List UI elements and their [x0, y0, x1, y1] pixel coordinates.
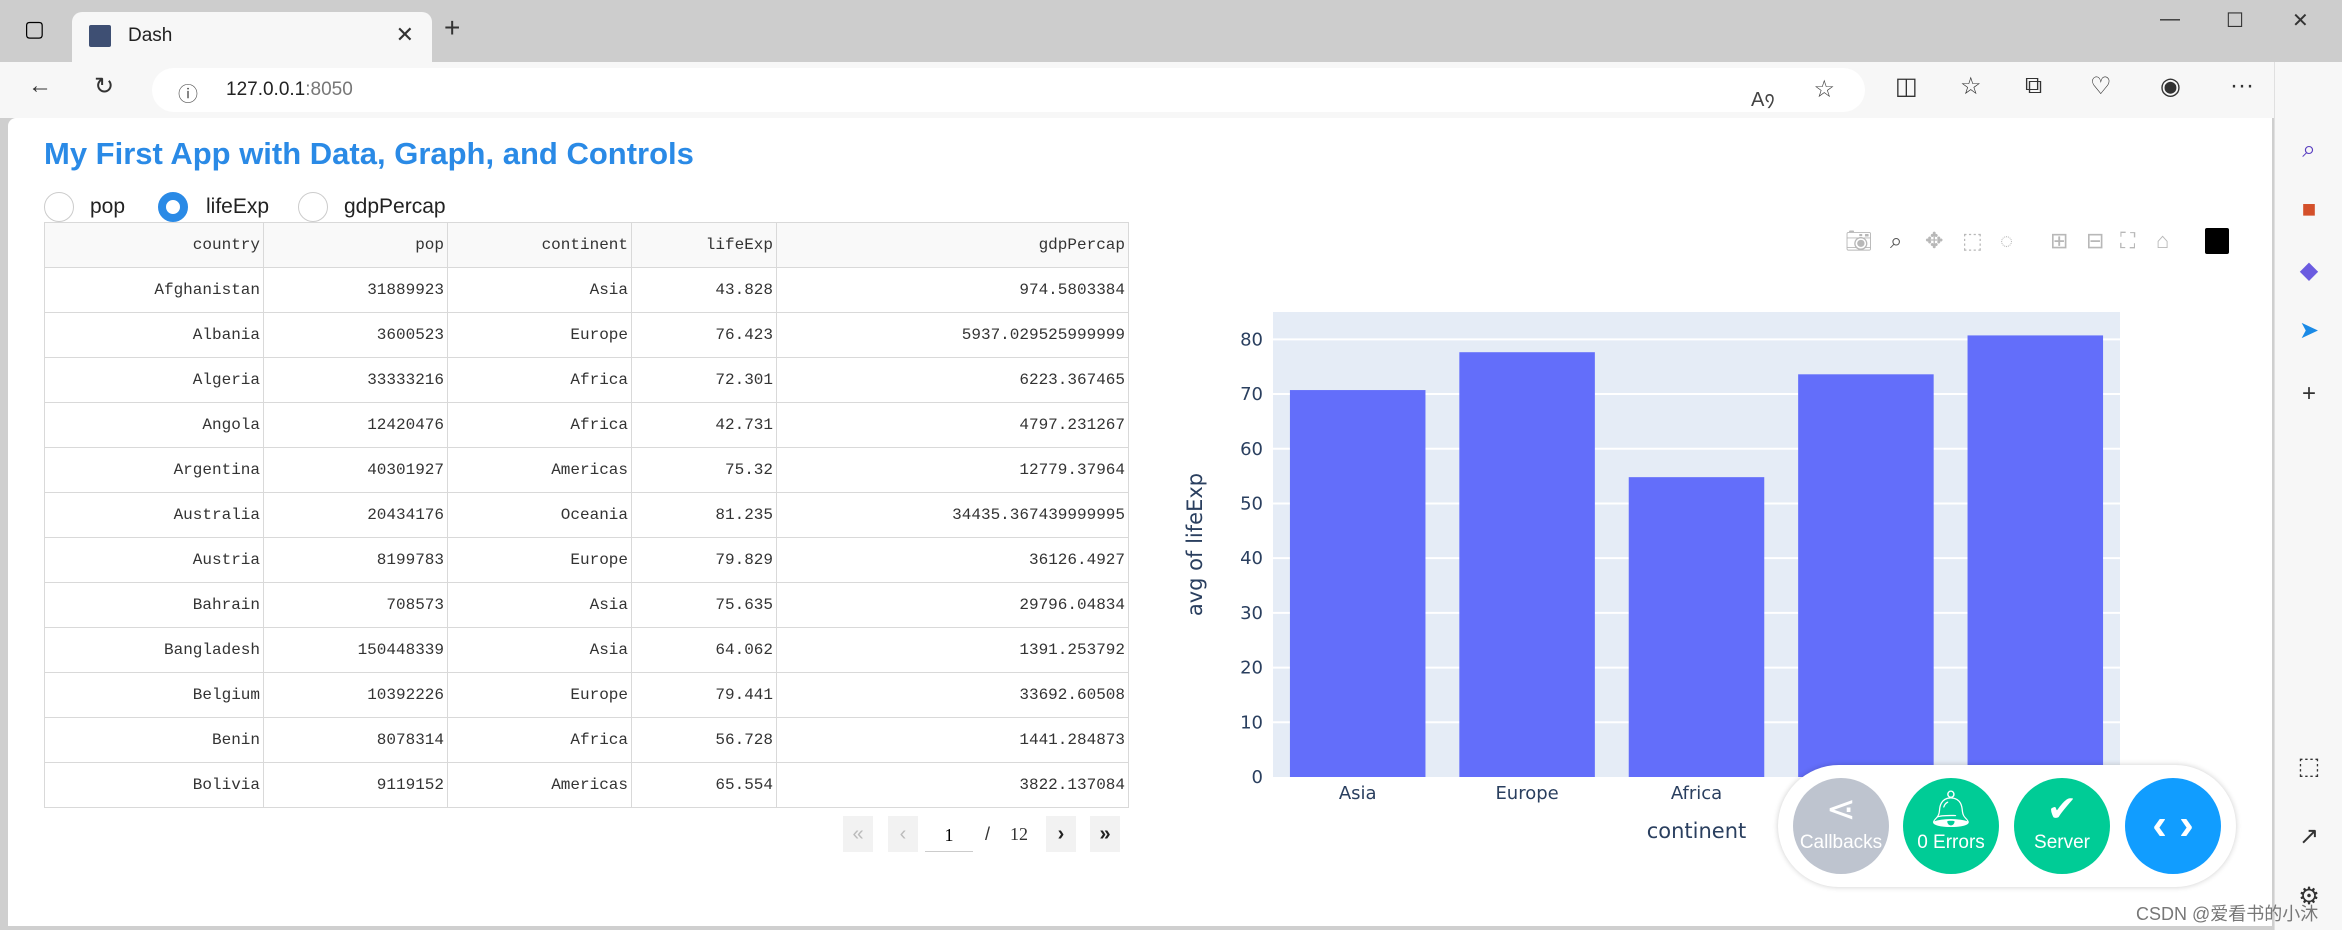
y-tick-label: 80	[1240, 329, 1263, 350]
dash-debug-menu: ⋖ Callbacks 🔔︎ 0 Errors ✔ Server ‹ ›	[1778, 765, 2236, 887]
bar	[1798, 374, 1934, 777]
y-tick-label: 60	[1240, 439, 1263, 460]
share-icon: ⋖	[1825, 788, 1857, 829]
y-tick-label: 20	[1240, 658, 1263, 679]
server-button[interactable]: ✔ Server	[2014, 778, 2110, 874]
callbacks-label: Callbacks	[1799, 832, 1883, 853]
y-tick-label: 0	[1252, 767, 1263, 788]
toggle-debug-button[interactable]: ‹ ›	[2125, 778, 2221, 874]
y-tick-label: 40	[1240, 548, 1263, 569]
y-tick-label: 30	[1240, 603, 1263, 624]
y-tick-label: 50	[1240, 493, 1263, 514]
y-tick-label: 70	[1240, 384, 1263, 405]
watermark: CSDN @爱看书的小沐	[2136, 904, 2319, 924]
errors-button[interactable]: 🔔︎ 0 Errors	[1903, 778, 1999, 874]
check-icon: ✔	[2046, 788, 2078, 829]
bar	[1967, 335, 2104, 777]
y-axis-title: avg of lifeExp	[1183, 473, 1207, 616]
bar	[1459, 352, 1595, 777]
y-tick-label: 10	[1240, 712, 1263, 733]
x-axis-title: continent	[1647, 819, 1747, 843]
errors-label: 0 Errors	[1917, 832, 1985, 853]
x-tick-label: Africa	[1671, 783, 1722, 804]
server-label: Server	[2034, 832, 2090, 853]
bar	[1628, 477, 1765, 777]
bar	[1289, 390, 1426, 777]
code-brackets-icon: ‹ ›	[2152, 800, 2194, 849]
bell-icon: 🔔︎	[1928, 788, 1974, 829]
x-tick-label: Europe	[1495, 783, 1558, 804]
x-tick-label: Asia	[1339, 783, 1377, 804]
callbacks-button[interactable]: ⋖ Callbacks	[1793, 778, 1889, 874]
